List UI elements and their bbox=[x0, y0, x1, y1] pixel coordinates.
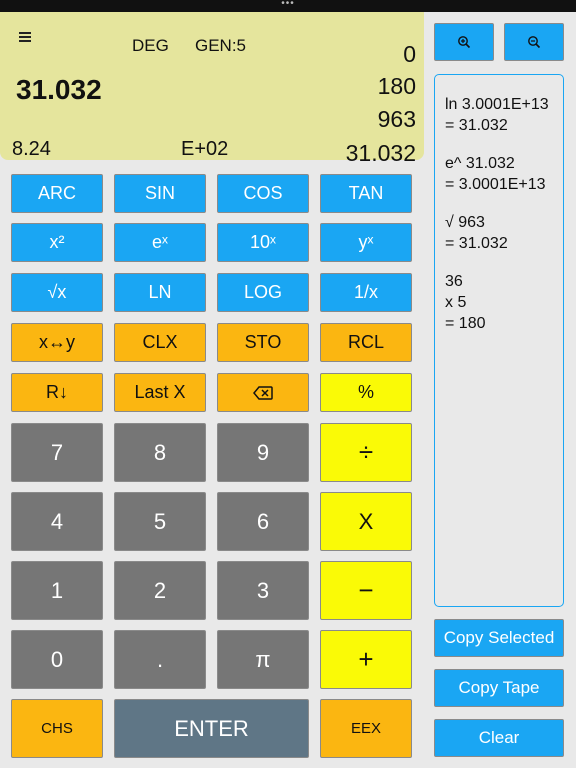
tape-line: = 180 bbox=[445, 315, 486, 332]
tape-line: e^ 31.032 bbox=[445, 155, 515, 172]
sin-button[interactable]: SIN bbox=[114, 174, 206, 213]
multiply-button[interactable]: X bbox=[320, 492, 412, 551]
stack-register-t: 0 bbox=[403, 41, 416, 67]
cos-button[interactable]: COS bbox=[217, 174, 309, 213]
y-power-x-button[interactable]: yˣ bbox=[320, 223, 412, 262]
digit-9-button[interactable]: 9 bbox=[217, 423, 309, 482]
digit-5-button[interactable]: 5 bbox=[114, 492, 206, 551]
enter-button[interactable]: ENTER bbox=[114, 699, 309, 758]
multitasking-dots-icon[interactable]: ••• bbox=[280, 0, 296, 12]
add-button[interactable]: + bbox=[320, 630, 412, 689]
zoom-in-icon bbox=[458, 36, 471, 49]
roll-down-button[interactable]: R↓ bbox=[11, 373, 103, 412]
digit-1-button[interactable]: 1 bbox=[11, 561, 103, 620]
digit-0-button[interactable]: 0 bbox=[11, 630, 103, 689]
arc-button[interactable]: ARC bbox=[11, 174, 103, 213]
tape-line: = 31.032 bbox=[445, 117, 508, 134]
divide-button[interactable]: ÷ bbox=[320, 423, 412, 482]
stack-register-z: 180 bbox=[377, 73, 416, 99]
last-x-button[interactable]: Last X bbox=[114, 373, 206, 412]
copy-selected-button[interactable]: Copy Selected bbox=[434, 619, 564, 657]
generation-mode: GEN:5 bbox=[195, 36, 247, 55]
digit-3-button[interactable]: 3 bbox=[217, 561, 309, 620]
sto-button[interactable]: STO bbox=[217, 323, 309, 362]
clx-button[interactable]: CLX bbox=[114, 323, 206, 362]
digit-8-button[interactable]: 8 bbox=[114, 423, 206, 482]
zoom-out-icon bbox=[528, 36, 541, 49]
tape-entry[interactable]: √ 963 = 31.032 bbox=[435, 212, 563, 254]
chs-button[interactable]: CHS bbox=[11, 699, 103, 758]
tape-line: = 3.0001E+13 bbox=[445, 176, 546, 193]
backspace-icon bbox=[253, 385, 273, 400]
eex-button[interactable]: EEX bbox=[320, 699, 412, 758]
stack-register-x: 31.032 bbox=[345, 140, 416, 166]
tape-line: √ 963 bbox=[445, 214, 485, 231]
backspace-button[interactable] bbox=[217, 373, 309, 412]
percent-button[interactable]: % bbox=[320, 373, 412, 412]
mantissa-value: 8.24 bbox=[12, 138, 51, 160]
exp-button[interactable]: eˣ bbox=[114, 223, 206, 262]
digit-7-button[interactable]: 7 bbox=[11, 423, 103, 482]
pi-button[interactable]: π bbox=[217, 630, 309, 689]
ten-power-button[interactable]: 10ˣ bbox=[217, 223, 309, 262]
stack-register-y: 963 bbox=[377, 106, 416, 132]
zoom-in-button[interactable] bbox=[434, 23, 494, 61]
menu-icon[interactable] bbox=[19, 32, 31, 42]
sqrt-button[interactable]: √x bbox=[11, 273, 103, 312]
tape-line: ln 3.0001E+13 bbox=[445, 96, 549, 113]
history-tape[interactable]: ln 3.0001E+13 = 31.032 e^ 31.032 = 3.000… bbox=[434, 74, 564, 607]
calculator-display: DEG GEN:5 31.032 0 180 963 31.032 8.24 E… bbox=[0, 12, 424, 166]
log-button[interactable]: LOG bbox=[217, 273, 309, 312]
tape-entry[interactable]: ln 3.0001E+13 = 31.032 bbox=[435, 94, 563, 136]
tape-line: x 5 bbox=[445, 294, 467, 311]
exponent-value: E+02 bbox=[181, 138, 229, 160]
clear-tape-button[interactable]: Clear bbox=[434, 719, 564, 757]
digit-2-button[interactable]: 2 bbox=[114, 561, 206, 620]
reciprocal-button[interactable]: 1/x bbox=[320, 273, 412, 312]
rcl-button[interactable]: RCL bbox=[320, 323, 412, 362]
square-button[interactable]: x² bbox=[11, 223, 103, 262]
tape-entry[interactable]: e^ 31.032 = 3.0001E+13 bbox=[435, 153, 563, 195]
top-bar: ••• bbox=[0, 0, 576, 12]
copy-tape-button[interactable]: Copy Tape bbox=[434, 669, 564, 707]
tape-line: = 31.032 bbox=[445, 235, 508, 252]
digit-4-button[interactable]: 4 bbox=[11, 492, 103, 551]
tan-button[interactable]: TAN bbox=[320, 174, 412, 213]
x-register-value: 31.032 bbox=[16, 74, 102, 105]
zoom-out-button[interactable] bbox=[504, 23, 564, 61]
swap-xy-button[interactable]: x↔y bbox=[11, 323, 103, 362]
angle-mode: DEG bbox=[132, 36, 169, 55]
subtract-button[interactable]: − bbox=[320, 561, 412, 620]
tape-line: 36 bbox=[445, 273, 463, 290]
digit-6-button[interactable]: 6 bbox=[217, 492, 309, 551]
decimal-button[interactable]: . bbox=[114, 630, 206, 689]
ln-button[interactable]: LN bbox=[114, 273, 206, 312]
tape-entry[interactable]: 36 x 5 = 180 bbox=[435, 271, 563, 334]
